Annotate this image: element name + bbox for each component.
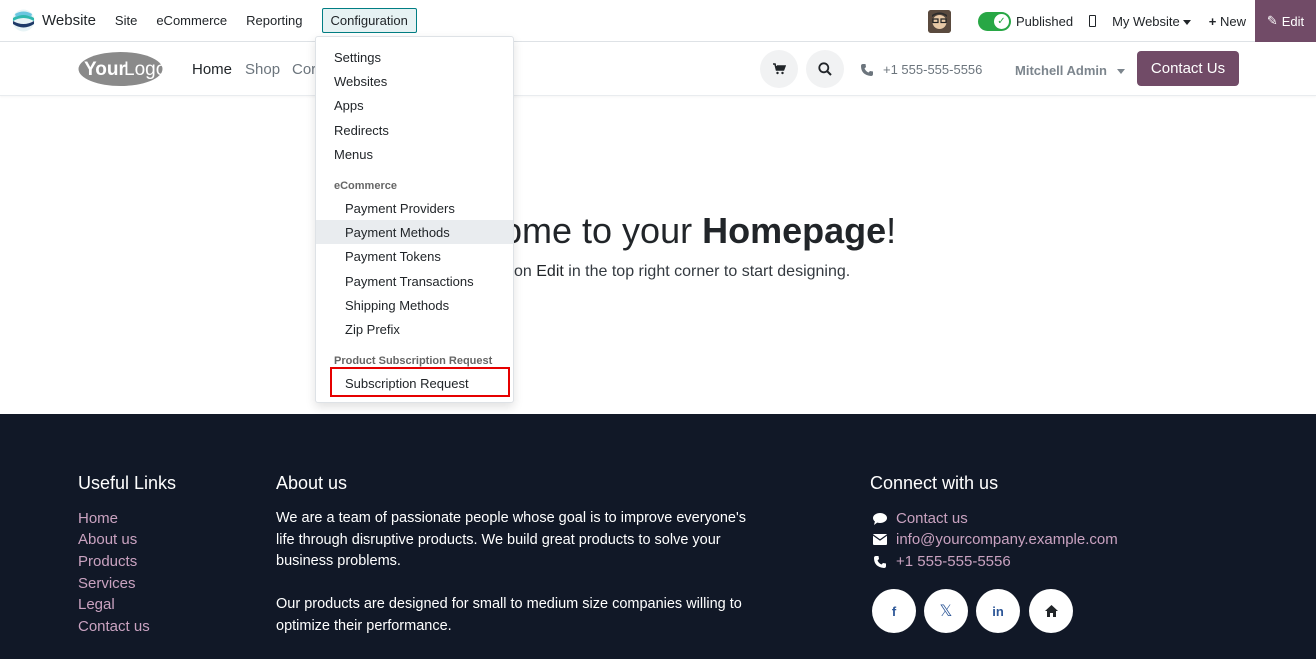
user-avatar[interactable] [927, 9, 951, 33]
highlight-box [330, 367, 510, 397]
footer-link-products[interactable]: Products [78, 553, 137, 570]
hero-title: ome to your Homepage! [502, 210, 896, 252]
useful-links-title: Useful Links [78, 473, 177, 493]
menu-item-menus[interactable]: Menus [334, 147, 373, 162]
envelope-icon [872, 534, 888, 545]
search-button[interactable] [806, 50, 844, 88]
menu-ecommerce[interactable]: eCommerce [156, 9, 227, 32]
logo-text-your: Your [84, 59, 126, 80]
edit-button[interactable]: ✎ Edit [1255, 0, 1316, 42]
about-paragraph-1: We are a team of passionate people whose… [276, 510, 746, 569]
user-name: Mitchell Admin [1015, 63, 1107, 78]
menu-item-payment-methods[interactable]: Payment Methods [345, 225, 450, 240]
footer-contact-us[interactable]: Contact us [872, 510, 968, 527]
configuration-dropdown: Settings Websites Apps Redirects Menus e… [315, 36, 514, 403]
admin-topbar: Website Site eCommerce Reporting Configu… [0, 0, 1316, 42]
website-switcher[interactable]: My Website [1112, 14, 1191, 29]
phone-icon [872, 555, 888, 568]
x-icon: 𝕏 [939, 603, 953, 620]
website-switcher-label: My Website [1112, 13, 1180, 29]
check-icon: ✓ [993, 13, 1009, 29]
phone-icon [861, 63, 873, 76]
linkedin-button[interactable]: in [976, 589, 1020, 633]
hero-sub-prefix: on [514, 263, 537, 280]
search-icon [818, 62, 832, 76]
section-header-subscription: Product Subscription Request [334, 355, 493, 367]
home-button[interactable] [1029, 589, 1073, 633]
contact-us-button[interactable]: Contact Us [1137, 51, 1239, 86]
mobile-preview-icon[interactable] [1089, 15, 1097, 27]
cart-button[interactable] [760, 50, 798, 88]
hero-title-prefix: ome to your [502, 210, 703, 251]
footer-link-legal[interactable]: Legal [78, 596, 115, 613]
footer-contact-us-label: Contact us [896, 510, 968, 527]
footer-link-contact[interactable]: Contact us [78, 618, 150, 635]
home-icon [1044, 605, 1058, 617]
nav-home[interactable]: Home [192, 61, 232, 78]
caret-down-icon [1182, 19, 1191, 25]
footer-link-about[interactable]: About us [78, 531, 137, 548]
footer-link-services[interactable]: Services [78, 575, 136, 592]
nav-contact-partial[interactable]: Cor [292, 61, 316, 78]
footer: Useful Links Home About us Products Serv… [0, 414, 1316, 659]
app-brand[interactable]: Website [12, 9, 96, 32]
menu-item-websites[interactable]: Websites [334, 74, 387, 89]
menu-configuration[interactable]: Configuration [321, 8, 417, 33]
new-button[interactable]: + New [1209, 14, 1246, 29]
header-phone[interactable]: +1 555-555-5556 [861, 62, 982, 77]
footer-phone-label: +1 555-555-5556 [896, 553, 1011, 570]
menu-item-apps[interactable]: Apps [334, 98, 364, 113]
logo-text-logo: Logo [124, 59, 163, 80]
hero-title-suffix: ! [886, 210, 897, 251]
caret-down-icon [1116, 69, 1125, 75]
pencil-icon: ✎ [1266, 13, 1278, 28]
plus-icon: + [1208, 13, 1217, 29]
header-phone-number: +1 555-555-5556 [883, 62, 983, 77]
hero-sub-suffix: in the top right corner to start designi… [563, 263, 851, 280]
menu-site[interactable]: Site [115, 9, 137, 32]
nav-shop[interactable]: Shop [245, 61, 280, 78]
new-button-label: New [1219, 13, 1246, 29]
section-header-ecommerce: eCommerce [334, 180, 397, 192]
published-toggle[interactable]: ✓ [977, 11, 1011, 31]
menu-reporting[interactable]: Reporting [246, 9, 302, 32]
about-paragraph-2: Our products are designed for small to m… [276, 596, 742, 634]
footer-email[interactable]: info@yourcompany.example.com [872, 531, 1118, 548]
cart-icon [772, 63, 786, 75]
website-header: Your Logo Home Shop Cor +1 555-555-5556 … [0, 42, 1316, 96]
facebook-icon: f [891, 603, 897, 619]
published-label: Published [1015, 13, 1074, 29]
menu-item-payment-providers[interactable]: Payment Providers [345, 201, 455, 216]
menu-item-zip-prefix[interactable]: Zip Prefix [345, 322, 400, 337]
menu-item-shipping-methods[interactable]: Shipping Methods [345, 298, 449, 313]
menu-item-payment-tokens[interactable]: Payment Tokens [345, 249, 441, 264]
menu-item-settings[interactable]: Settings [334, 50, 381, 65]
hero-subtitle: on Edit in the top right corner to start… [514, 263, 850, 281]
x-button[interactable]: 𝕏 [924, 589, 968, 633]
linkedin-icon: in [992, 603, 1004, 619]
edit-button-label: Edit [1281, 13, 1305, 29]
menu-item-payment-transactions[interactable]: Payment Transactions [345, 274, 474, 289]
facebook-button[interactable]: f [872, 589, 916, 633]
footer-email-label: info@yourcompany.example.com [896, 531, 1118, 548]
about-title: About us [276, 473, 348, 493]
hero-title-bold: Homepage [702, 210, 887, 251]
website-app-icon [12, 9, 35, 32]
user-menu[interactable]: Mitchell Admin [1015, 63, 1125, 78]
hero-sub-bold: Edit [536, 263, 564, 280]
menu-item-redirects[interactable]: Redirects [334, 123, 389, 138]
comment-icon [872, 512, 888, 525]
connect-title: Connect with us [870, 473, 999, 493]
app-name: Website [42, 12, 96, 29]
footer-phone[interactable]: +1 555-555-5556 [872, 553, 1011, 570]
site-logo[interactable]: Your Logo [78, 51, 166, 87]
footer-link-home[interactable]: Home [78, 510, 118, 527]
topbar-right: ✓ Published My Website + New ✎ Edit [927, 0, 1316, 42]
